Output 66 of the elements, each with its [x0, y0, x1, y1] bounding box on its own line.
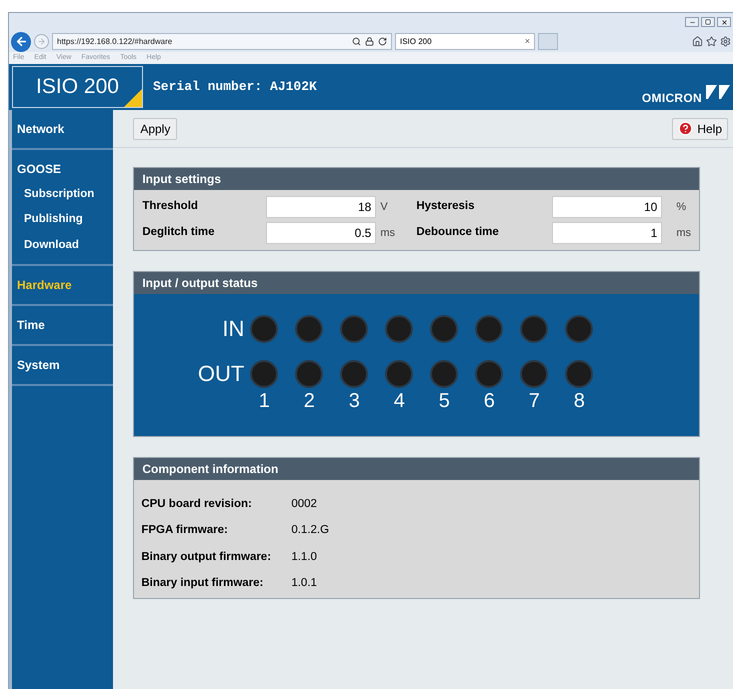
info-label: FPGA firmware: [141, 523, 229, 538]
apply-button[interactable]: Apply [133, 118, 178, 140]
unit-label: ms [675, 226, 691, 241]
channel-number: 8 [572, 389, 586, 414]
search-icon[interactable] [352, 37, 361, 46]
info-value: 1.0.1 [291, 576, 318, 591]
sidebar-item[interactable]: Time [12, 306, 114, 338]
channel-number: 6 [482, 389, 496, 414]
brand-logo-icon [706, 85, 730, 99]
sidebar-subitem[interactable]: Publishing [12, 207, 114, 232]
value-field[interactable]: 0.5 [266, 222, 376, 244]
channel-number: 4 [392, 389, 406, 414]
field-label: Threshold [142, 199, 199, 214]
field-label: Debounce time [416, 225, 500, 240]
home-icon[interactable] [692, 36, 703, 47]
field-label: Deglitch time [142, 225, 216, 240]
unit-label: V [379, 200, 389, 215]
row-label: IN [221, 315, 246, 343]
tab-title: ISIO 200 [400, 36, 433, 48]
panel-header: Component information [134, 458, 699, 480]
value-field[interactable]: 18 [266, 196, 376, 218]
help-button[interactable]: Help [672, 118, 728, 140]
info-value: 0.1.2.G [291, 523, 330, 538]
info-label: Binary output firmware: [141, 550, 272, 564]
close-icon [720, 18, 728, 26]
close-button[interactable] [717, 17, 731, 27]
panel-header: Input settings [134, 168, 699, 190]
refresh-icon[interactable] [378, 37, 387, 46]
value-field[interactable]: 10 [552, 196, 662, 218]
sidebar-item[interactable]: System [12, 346, 114, 378]
sidebar-subitem[interactable]: Download [12, 232, 114, 258]
maximize-icon [705, 19, 711, 25]
browser-tab[interactable]: ISIO 200 × [395, 33, 535, 50]
channel-number: 3 [348, 389, 361, 414]
sidebar-subitem[interactable]: Subscription [12, 182, 114, 208]
help-icon [678, 121, 694, 136]
sidebar-item[interactable]: Hardware [12, 266, 114, 298]
brand-name: OMICRON [642, 90, 702, 107]
lock-icon [365, 37, 374, 46]
channel-number: 1 [258, 389, 271, 414]
info-label: Binary input firmware: [141, 576, 264, 591]
channel-number: 7 [528, 389, 541, 414]
panel-header: Input / output status [134, 272, 699, 294]
back-arrow-icon [14, 35, 28, 48]
tab-close[interactable]: × [524, 34, 530, 48]
address-text: https://192.168.0.122/#hardware [57, 36, 174, 48]
settings-icon[interactable] [720, 36, 731, 47]
row-label: OUT [196, 360, 246, 388]
back-button[interactable] [11, 32, 31, 52]
unit-label: ms [379, 226, 396, 241]
unit-label: % [675, 200, 688, 215]
sidebar-item[interactable]: Network [12, 110, 114, 142]
star-icon[interactable] [706, 36, 717, 47]
channel-number: 5 [438, 389, 451, 414]
info-value: 1.1.0 [291, 550, 318, 564]
forward-arrow-icon [37, 37, 46, 46]
sidebar-item[interactable]: GOOSE [12, 150, 114, 182]
field-label: Hysteresis [416, 199, 476, 214]
info-label: CPU board revision: [141, 497, 253, 512]
serial-number: Serial number: AJ102K [153, 78, 318, 96]
address-bar[interactable]: https://192.168.0.122/#hardware [52, 33, 392, 50]
maximize-button[interactable] [701, 17, 715, 27]
minimize-button[interactable] [685, 17, 699, 27]
info-value: 0002 [291, 497, 318, 512]
channel-number: 2 [302, 389, 316, 414]
value-field[interactable]: 1 [552, 222, 662, 244]
